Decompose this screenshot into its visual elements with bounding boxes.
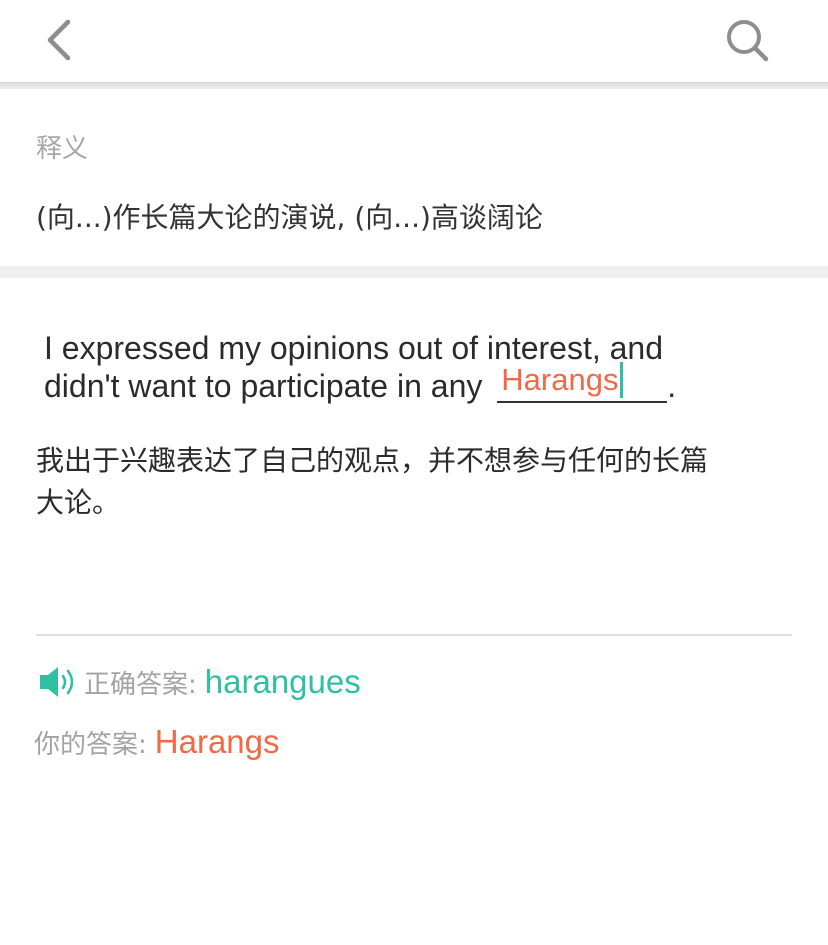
- search-icon: [727, 20, 769, 62]
- your-answer-label: 你的答案:: [34, 729, 147, 760]
- chevron-left-icon: [47, 19, 71, 61]
- header-divider: [0, 82, 828, 89]
- pronunciation-button[interactable]: [38, 665, 78, 699]
- section-divider: [0, 266, 828, 278]
- answer-input-value[interactable]: Harangs: [501, 361, 624, 399]
- correct-answer-text: harangues: [204, 663, 361, 700]
- definition-label: 释义: [36, 134, 89, 164]
- example-sentence: I expressed my opinions out of interest,…: [44, 329, 744, 405]
- search-button[interactable]: [718, 14, 774, 66]
- sentence-translation: 我出于兴趣表达了自己的观点，并不想参与任何的长篇大论。: [36, 444, 709, 519]
- back-button[interactable]: [36, 14, 88, 66]
- text-caret: [620, 362, 624, 398]
- answer-blank[interactable]: Harangs: [497, 362, 668, 403]
- your-answer-text: Harangs: [154, 723, 280, 760]
- result-divider: [36, 634, 792, 636]
- correct-answer-label: 正确答案:: [84, 669, 197, 700]
- speaker-icon: [40, 667, 74, 697]
- definition-text: (向...)作长篇大论的演说, (向...)高谈阔论: [36, 201, 543, 234]
- input-text: Harangs: [501, 362, 619, 397]
- your-answer-row: 你的答案: Harangs: [34, 720, 280, 764]
- sentence-period: .: [667, 368, 677, 404]
- correct-answer-row: 正确答案: harangues: [38, 660, 361, 704]
- top-bar: [0, 0, 828, 82]
